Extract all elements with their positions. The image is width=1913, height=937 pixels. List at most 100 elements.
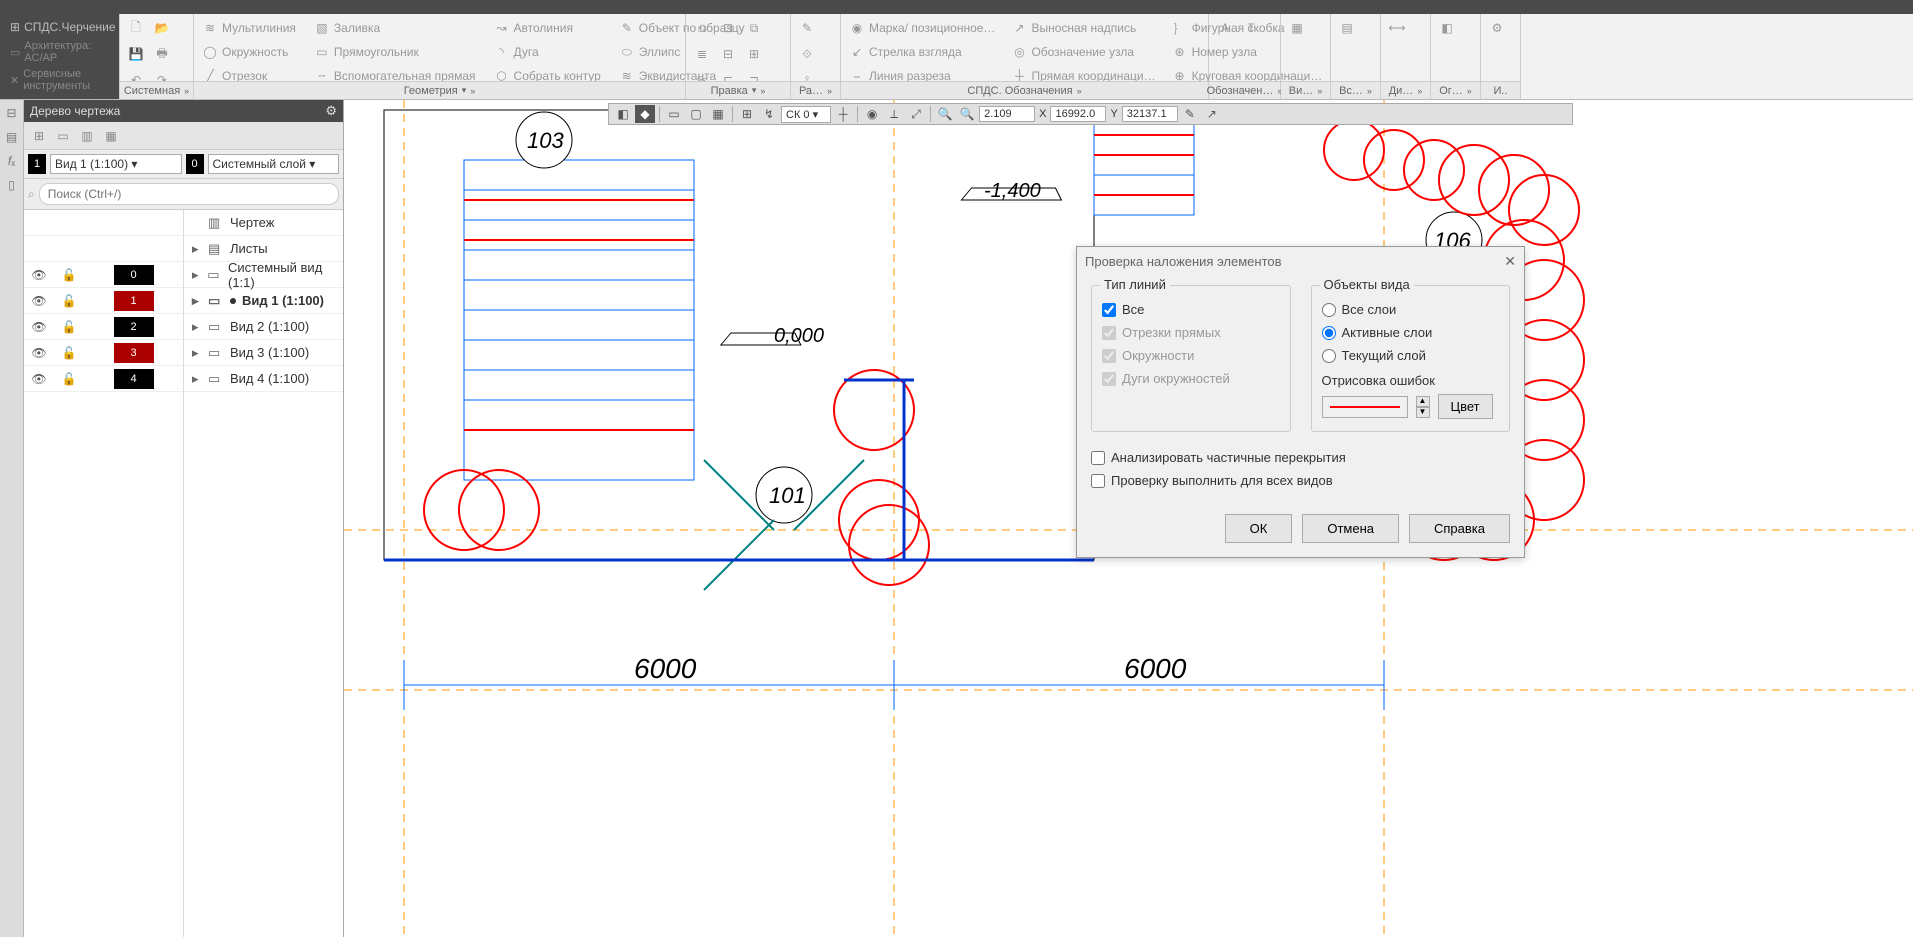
tb-icon-2[interactable]: ▭ (52, 125, 74, 147)
edit-icon-3[interactable]: ⧉ (742, 16, 766, 40)
left-stack-row-1[interactable]: ✕Сервисные инструменты (4, 66, 115, 94)
lock-icon[interactable]: 🔓 (54, 372, 84, 386)
ct-extra-1[interactable]: ✎ (1180, 105, 1200, 123)
ct-icon-1[interactable]: ◧ (613, 105, 633, 123)
rail-doc-icon[interactable]: ▯ (3, 176, 21, 194)
left-rail: ⊟ ▤ fₓ ▯ (0, 100, 24, 937)
desig-icon[interactable]: A (1213, 16, 1237, 40)
lock-icon[interactable]: 🔓 (54, 320, 84, 334)
ct-icon-5[interactable]: ▦ (708, 105, 728, 123)
scale-icon[interactable]: ⤢ (906, 105, 926, 123)
axis-icon[interactable]: ↯ (759, 105, 779, 123)
color-spinner[interactable]: ▲▼ (1416, 396, 1430, 418)
ra-icon-1[interactable]: ✎ (795, 16, 836, 40)
ct-icon-3[interactable]: ▭ (664, 105, 684, 123)
chk-partial[interactable]: Анализировать частичные перекрытия (1091, 450, 1510, 465)
zoom-value[interactable]: 2.109 (979, 106, 1035, 122)
new-file-icon[interactable]: 🗋 (124, 16, 148, 40)
edit-icon-1[interactable]: ⎌ (690, 16, 714, 40)
cancel-button[interactable]: Отмена (1302, 514, 1399, 543)
cs-select[interactable]: СК 0 ▾ (781, 106, 831, 123)
tools-icon: ✕ (10, 74, 19, 87)
print-icon[interactable]: 🖶 (150, 42, 174, 66)
di-icon[interactable]: ⟷ (1385, 16, 1409, 40)
search-input[interactable] (39, 183, 339, 205)
tree-item[interactable]: ▥Чертеж (184, 210, 343, 236)
filter-icon[interactable]: ⌕ (28, 187, 35, 202)
tree-view-item[interactable]: ▸▭Системный вид (1:1) (184, 262, 343, 288)
save-icon[interactable]: 💾 (124, 42, 148, 66)
rectangle-button[interactable]: ▭Прямоугольник (310, 40, 480, 64)
visibility-icon[interactable]: 👁 (24, 294, 54, 308)
open-file-icon[interactable]: 📂 (150, 16, 174, 40)
tree-item[interactable]: ▸▤Листы (184, 236, 343, 262)
tree-view-item[interactable]: ▸▭Вид 4 (1:100) (184, 366, 343, 392)
desig-icon-2[interactable]: T (1239, 16, 1263, 40)
close-icon[interactable]: ✕ (1504, 253, 1516, 270)
ct-icon-4[interactable]: ▢ (686, 105, 706, 123)
visibility-icon[interactable]: 👁 (24, 268, 54, 282)
tree-view-item[interactable]: ▸▭Вид 1 (1:100) (184, 288, 343, 314)
zoom-out-icon[interactable]: 🔍 (935, 105, 955, 123)
chk-all-views[interactable]: Проверку выполнить для всех видов (1091, 473, 1510, 488)
tree-view-item[interactable]: ▸▭Вид 2 (1:100) (184, 314, 343, 340)
tree-header: Дерево чертежа ⚙ (24, 100, 343, 122)
fill-button[interactable]: ▧Заливка (310, 16, 480, 40)
ct-icon-2[interactable]: ◆ (635, 105, 655, 123)
multiline-button[interactable]: ≋Мультилиния (198, 16, 300, 40)
tree-view-item[interactable]: ▸▭Вид 3 (1:100) (184, 340, 343, 366)
lock-icon[interactable]: 🔓 (54, 268, 84, 282)
overlap-check-dialog: Проверка наложения элементов ✕ Тип линий… (1076, 246, 1525, 558)
view-select[interactable]: Вид 1 (1:100) ▾ (50, 154, 182, 174)
mark-button[interactable]: ◉Марка/ позиционное… (845, 16, 999, 40)
edit-icon-4[interactable]: ≣ (690, 42, 714, 66)
cs-icon-1[interactable]: ┼ (833, 105, 853, 123)
layer-select[interactable]: Системный слой ▾ (208, 154, 340, 174)
color-button[interactable]: Цвет (1438, 394, 1493, 419)
tb-icon-1[interactable]: ⊞ (28, 125, 50, 147)
rail-fx-icon[interactable]: fₓ (3, 152, 21, 170)
visibility-icon[interactable]: 👁 (24, 320, 54, 334)
arc-button[interactable]: ◝Дуга (490, 40, 605, 64)
vs-icon[interactable]: ▤ (1335, 16, 1359, 40)
snap-icon[interactable]: ◉ (862, 105, 882, 123)
lock-icon[interactable]: 🔓 (54, 346, 84, 360)
edit-icon-5[interactable]: ⊟ (716, 42, 740, 66)
ra-icon-2[interactable]: ⟐ (795, 42, 836, 66)
radio-current-layer[interactable]: Текущий слой (1322, 348, 1500, 363)
radio-all-layers[interactable]: Все слои (1322, 302, 1500, 317)
x-value[interactable]: 16992.0 (1050, 106, 1106, 122)
ct-extra-2[interactable]: ↗ (1202, 105, 1222, 123)
help-button[interactable]: Справка (1409, 514, 1510, 543)
ortho-icon[interactable]: ⟂ (884, 105, 904, 123)
ok-button[interactable]: ОК (1225, 514, 1293, 543)
tb-icon-4[interactable]: ▦ (100, 125, 122, 147)
i-icon[interactable]: ⚙ (1485, 16, 1509, 40)
lock-icon[interactable]: 🔓 (54, 294, 84, 308)
circle-button[interactable]: ◯Окружность (198, 40, 300, 64)
autoline-button[interactable]: ↝Автолиния (490, 16, 605, 40)
svg-text:-1,400: -1,400 (984, 180, 1041, 202)
rail-eye-icon[interactable]: ▤ (3, 128, 21, 146)
vi-icon[interactable]: ▦ (1285, 16, 1309, 40)
radio-active-layers[interactable]: Активные слои (1322, 325, 1500, 340)
zoom-icon[interactable]: 🔍 (957, 105, 977, 123)
left-stack-row-0[interactable]: ▭Архитектура: АС/АР (4, 38, 115, 66)
dialog-titlebar[interactable]: Проверка наложения элементов ✕ (1077, 247, 1524, 275)
arrow-view-button[interactable]: ↙Стрелка взгляда (845, 40, 999, 64)
gear-icon[interactable]: ⚙ (325, 103, 337, 119)
grid-icon[interactable]: ⊞ (737, 105, 757, 123)
rail-tree-icon[interactable]: ⊟ (3, 104, 21, 122)
leader-button[interactable]: ↗Выносная надпись (1007, 16, 1159, 40)
y-value[interactable]: 32137.1 (1122, 106, 1178, 122)
visibility-icon[interactable]: 👁 (24, 346, 54, 360)
chk-all[interactable]: Все (1102, 302, 1280, 317)
tb-icon-3[interactable]: ▥ (76, 125, 98, 147)
ribbon-section-geometry: ≋Мультилиния ◯Окружность ╱Отрезок ▧Залив… (194, 14, 686, 99)
edit-icon-6[interactable]: ⊞ (742, 42, 766, 66)
og-icon[interactable]: ◧ (1435, 16, 1459, 40)
edit-icon-2[interactable]: ⊡ (716, 16, 740, 40)
node-mark-button[interactable]: ◎Обозначение узла (1007, 40, 1159, 64)
ribbon-section-vi: ▦ Ви…» (1281, 14, 1331, 99)
visibility-icon[interactable]: 👁 (24, 372, 54, 386)
